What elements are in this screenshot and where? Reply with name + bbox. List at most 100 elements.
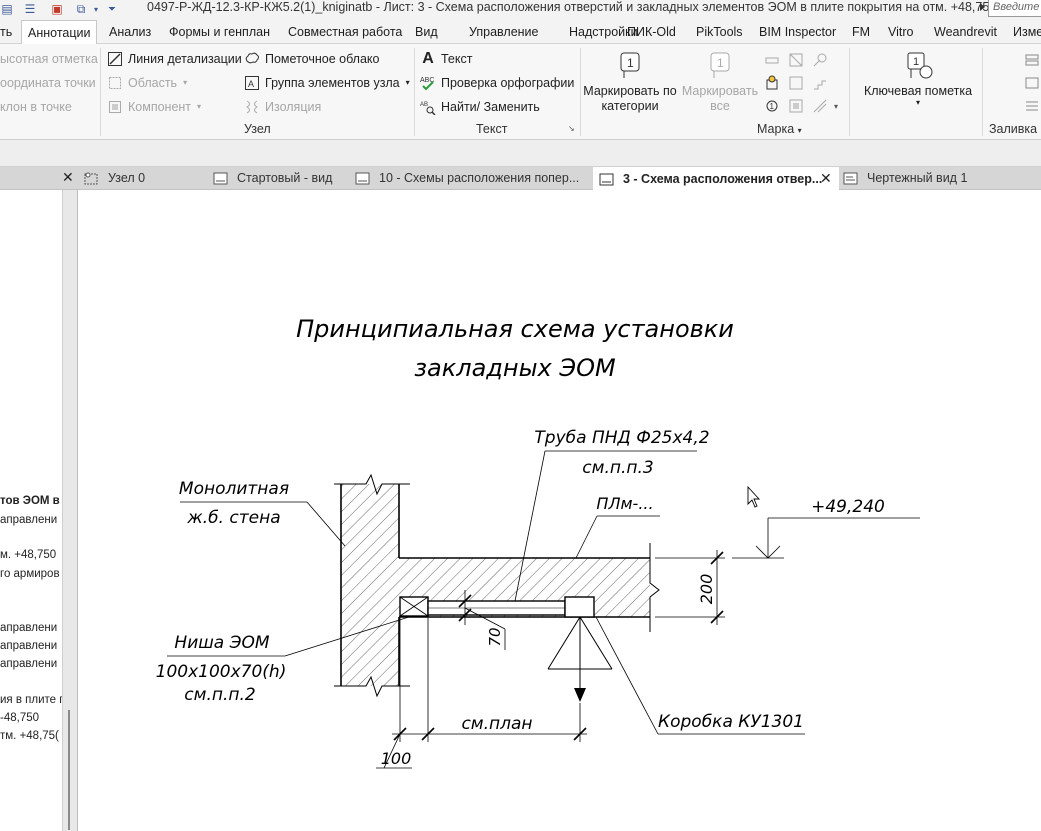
search-input[interactable]: Введите [988, 0, 1041, 17]
tag-by-category-label-1: Маркировать по [583, 84, 677, 98]
detail-view-icon [84, 172, 98, 185]
material-tag-icon[interactable] [788, 75, 804, 91]
tab-vitro[interactable]: Vitro [888, 20, 913, 44]
area-tag-icon[interactable] [788, 52, 804, 68]
tag-all-label-1: Маркировать [681, 84, 759, 98]
close-tab-icon[interactable]: ✕ [820, 170, 832, 187]
view-tab-drafting-1[interactable]: Чертежный вид 1 [843, 167, 967, 190]
close-views-icon[interactable]: ▣ [48, 1, 66, 17]
find-replace-button[interactable]: AB Найти/ Заменить [420, 97, 540, 117]
view-tab-label: Чертежный вид 1 [867, 171, 968, 185]
fill-pattern-icon[interactable] [1024, 52, 1040, 68]
component-button[interactable]: Компонент ▾ [107, 97, 201, 117]
dropdown-arrow-icon[interactable]: ▾ [92, 1, 100, 17]
tag-all-button[interactable]: 1 Маркировать все [680, 50, 760, 114]
svg-text:1: 1 [770, 102, 775, 111]
multi-category-tag-icon[interactable] [764, 75, 780, 91]
spelling-label: Проверка орфографии [441, 76, 575, 90]
region-button[interactable]: Область ▾ [107, 73, 187, 93]
browser-item[interactable]: тов ЭОМ в [0, 495, 60, 507]
list-icon[interactable]: ☰ [22, 1, 38, 17]
tag-panel-label-text: Марка [757, 122, 795, 136]
text-dialog-launcher-icon[interactable]: ↘ [568, 124, 575, 133]
detail-group-label: Группа элементов узла [265, 76, 400, 90]
browser-item[interactable]: -48,750 [0, 712, 39, 724]
box-leader [595, 616, 659, 735]
detail-line-button[interactable]: Линия детализации [107, 49, 242, 69]
component-dropdown-icon[interactable]: ▾ [197, 97, 201, 117]
browser-item[interactable]: аправлени [0, 658, 57, 670]
slab-break-line [649, 543, 660, 632]
browser-scrollbar[interactable] [62, 190, 78, 831]
tab-pik-old[interactable]: ПИК-Old [627, 20, 676, 44]
tab-piktools[interactable]: PikTools [696, 20, 743, 44]
browser-item[interactable]: аправлени [0, 640, 57, 652]
drafting-view-icon [843, 172, 858, 185]
ribbon-tab-bar: ть Аннотации Анализ Формы и генплан Совм… [0, 20, 1041, 45]
text-button[interactable]: A Текст [420, 49, 472, 69]
switch-windows-icon[interactable]: ⧉ [72, 1, 90, 17]
spot-coordinate-button[interactable]: оордината точки [0, 73, 96, 93]
customize-qat-icon[interactable]: ⏷ [106, 1, 118, 17]
detail-group-button[interactable]: A Группа элементов узла ▾ [244, 73, 410, 93]
tab-view[interactable]: Вид [415, 20, 438, 44]
detail-group-dropdown-icon[interactable]: ▾ [406, 73, 410, 93]
browser-item[interactable]: тм. +48,75( [0, 730, 59, 742]
insulation-button[interactable]: Изоляция [244, 97, 321, 117]
view-tab-start-view[interactable]: Стартовый - вид [213, 167, 332, 190]
close-browser-icon[interactable]: ✕ [62, 169, 74, 186]
mouse-cursor-icon [747, 485, 761, 508]
structural-tag-icon[interactable] [788, 98, 804, 114]
wall-leader [306, 501, 346, 547]
beam-tag-icon[interactable] [764, 52, 780, 68]
sheet-icon[interactable]: ▤ [0, 1, 14, 17]
browser-item[interactable]: ия в плите п [0, 694, 62, 706]
tab-modify[interactable]: Изме [1013, 20, 1041, 44]
tag-more-dropdown-icon[interactable]: ▾ [834, 102, 838, 111]
tab-partial[interactable]: ть [0, 20, 12, 44]
tag-panel-label[interactable]: Марка ▾ [757, 120, 802, 138]
spot-elevation-button[interactable]: ысотная отметка [0, 49, 98, 69]
slab-leader [575, 515, 598, 559]
browser-item[interactable]: аправлени [0, 622, 57, 634]
tab-manage[interactable]: Управление [469, 20, 539, 44]
spot-slope-button[interactable]: клон в точке [0, 97, 72, 117]
browser-item[interactable]: го армиров [0, 568, 60, 580]
tag-by-category-button[interactable]: 1 Маркировать по категории [583, 50, 677, 114]
view-tab-sheet-3-active[interactable]: 3 - Схема расположения отвер... [593, 167, 839, 191]
keynote-button[interactable]: 1 Ключевая пометка ▾ [860, 50, 976, 107]
revision-cloud-icon [245, 52, 259, 64]
room-tag-icon[interactable] [812, 52, 828, 68]
color-fill-icon[interactable] [1024, 75, 1040, 91]
legend-icon[interactable] [1024, 98, 1040, 114]
view-tab-sheet-10[interactable]: 10 - Схемы расположения попер... [355, 167, 579, 190]
browser-item[interactable]: аправлени [0, 514, 57, 526]
region-dropdown-icon[interactable]: ▾ [183, 73, 187, 93]
slab-label: ПЛм-... [596, 494, 653, 513]
stair-tag-icon[interactable] [812, 75, 828, 91]
rebar-tag-icon[interactable] [812, 98, 828, 114]
browser-item[interactable]: м. +48,750 [0, 549, 56, 561]
panel-separator [414, 48, 415, 136]
tab-annotations[interactable]: Аннотации [21, 20, 98, 45]
tab-analysis[interactable]: Анализ [109, 20, 151, 44]
tab-weandrevit[interactable]: Weandrevit [934, 20, 997, 44]
scrollbar-thumb[interactable] [68, 710, 70, 830]
tab-collaborate[interactable]: Совместная работа [288, 20, 402, 44]
tab-massing-site[interactable]: Формы и генплан [169, 20, 270, 44]
drawing-canvas[interactable]: Принципиальная схема установки закладных… [78, 190, 1041, 831]
view-tab-detail-0[interactable]: Узел 0 [84, 167, 145, 190]
text-label: Текст [441, 52, 473, 66]
lamp-symbol-line [547, 616, 581, 670]
sheet-view-icon [599, 173, 614, 185]
box-label: Коробка КУ1301 [658, 712, 804, 732]
find-replace-icon: AB [420, 102, 436, 115]
tag-all-label-2: все [710, 99, 730, 113]
expand-arrow-icon[interactable] [980, 3, 985, 11]
tab-fm[interactable]: FM [852, 20, 870, 44]
pipe-ref-text: см.п.п.3 [582, 458, 653, 478]
tab-bim-inspector[interactable]: BIM Inspector [759, 20, 836, 44]
revision-cloud-button[interactable]: Пометочное облако [244, 49, 379, 69]
spelling-button[interactable]: ABC Проверка орфографии [420, 73, 574, 93]
symbol-tag-icon[interactable]: 1 [764, 98, 780, 114]
